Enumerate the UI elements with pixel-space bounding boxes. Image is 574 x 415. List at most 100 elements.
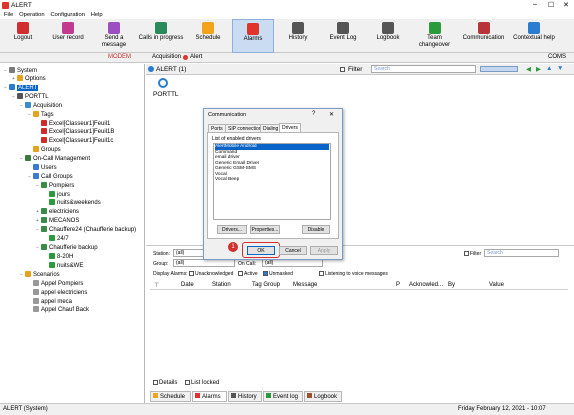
tree-node[interactable]: − Call Groups xyxy=(28,173,73,181)
close-icon[interactable]: ✕ xyxy=(559,1,573,9)
column-station[interactable]: Station xyxy=(212,282,231,288)
tree-node[interactable]: − Pompiers xyxy=(36,182,74,190)
tree-node[interactable]: − System xyxy=(4,67,37,75)
details-checkbox[interactable]: Details xyxy=(153,380,177,386)
column-sort-icon[interactable]: ⊤ xyxy=(154,282,159,289)
tree-node-icon xyxy=(41,182,47,188)
active-checkbox[interactable]: Active xyxy=(238,271,258,277)
tree-node[interactable]: Excel[Classeur1]Feuil1B xyxy=(36,128,114,136)
station-icon[interactable] xyxy=(158,78,168,88)
tree-node[interactable]: − Chaufferie backup xyxy=(36,244,98,252)
ok-highlight-ring xyxy=(242,242,280,258)
dialog-help-icon[interactable]: ? xyxy=(312,111,315,117)
tree-node-label: System xyxy=(17,68,38,74)
tree-node[interactable]: appel meca xyxy=(28,298,72,306)
tree-node[interactable]: Appel Pompiers xyxy=(28,280,83,288)
bell-icon xyxy=(247,23,259,35)
minimize-icon[interactable]: – xyxy=(528,1,542,8)
back-arrow-icon[interactable]: ◀ xyxy=(526,65,531,73)
tree-node[interactable]: Appel Chauf Back xyxy=(28,306,89,314)
tree-node[interactable]: Excel[Classeur1]Feuil1 xyxy=(36,120,110,128)
column-priority[interactable]: P xyxy=(396,282,400,288)
column-message[interactable]: Message xyxy=(293,282,317,288)
tree-node[interactable]: jours xyxy=(44,191,70,199)
dialog-tab-drivers[interactable]: Drivers xyxy=(279,123,301,132)
tree-node[interactable]: − Acquisition xyxy=(20,102,62,110)
unmasked-checkbox[interactable]: Unmasked xyxy=(263,271,293,277)
toolbar-logout-button[interactable]: Logout xyxy=(2,19,44,53)
toolbar-label: Event Log xyxy=(329,35,357,41)
menu-configuration[interactable]: Configuration xyxy=(50,11,84,19)
tree-node-label: 8-20H xyxy=(57,254,74,260)
bottom-tab-label: History xyxy=(238,394,257,400)
driver-list-item[interactable]: Vocal Beep xyxy=(215,177,329,183)
column-by[interactable]: By xyxy=(448,282,455,288)
group-select[interactable]: (all) xyxy=(173,259,235,267)
view-buttons-icon[interactable] xyxy=(480,66,518,72)
menu-file[interactable]: File xyxy=(4,11,13,19)
tree-node[interactable]: − Chauffere24 (Chaufferie backup) xyxy=(36,226,136,234)
toolbar-contextual-help-button[interactable]: Contextual help xyxy=(510,19,558,53)
tree-node-label: Appel Chauf Back xyxy=(41,307,90,313)
toolbar-history-button[interactable]: History xyxy=(277,19,319,53)
toolbar-event-log-button[interactable]: Event Log xyxy=(322,19,364,53)
tree-node[interactable]: nuits&weekends xyxy=(44,199,101,207)
toolbar-calls-in-progress-button[interactable]: Calls in progress xyxy=(137,19,185,53)
column-acknowledged[interactable]: Acknowled... xyxy=(409,282,443,288)
toolbar-team-changeover-button[interactable]: Team changeover xyxy=(412,19,457,53)
toolbar-communication-button[interactable]: Communication xyxy=(460,19,507,53)
list-locked-checkbox[interactable]: List locked xyxy=(185,380,219,386)
tree-node-icon xyxy=(9,67,15,73)
search-input[interactable]: Search xyxy=(371,65,476,73)
toolbar-send-a-message-button[interactable]: Send a message xyxy=(92,19,136,53)
dialog-tab-ports[interactable]: Ports xyxy=(208,124,226,132)
tree-node[interactable]: + Options xyxy=(12,75,46,83)
menu-operation[interactable]: Operation xyxy=(19,11,44,19)
dialog-tab-sip-connection[interactable]: SIP connection xyxy=(225,124,265,132)
column-date[interactable]: Date xyxy=(181,282,194,288)
column-value[interactable]: Value xyxy=(489,282,504,288)
bottom-tab-schedule[interactable]: Schedule xyxy=(150,391,191,402)
bottom-tab-history[interactable]: History xyxy=(228,391,262,402)
apply-button[interactable]: Apply xyxy=(310,246,338,255)
disable-button[interactable]: Disable xyxy=(302,225,330,234)
tree-node[interactable]: − PORTTL xyxy=(12,93,49,101)
bottom-tab-alarms[interactable]: Alarms xyxy=(192,391,227,402)
up-arrow-icon[interactable]: ▲ xyxy=(546,65,552,72)
forward-arrow-icon[interactable]: ▶ xyxy=(536,65,541,73)
filter-checkbox[interactable] xyxy=(340,66,346,73)
tree-node[interactable]: Users xyxy=(28,164,57,172)
maximize-icon[interactable]: ☐ xyxy=(544,1,558,9)
toolbar-user-record-button[interactable]: User record xyxy=(47,19,89,53)
tree-node[interactable]: Groups xyxy=(28,146,61,154)
tree-node[interactable]: − ALERT xyxy=(4,84,39,92)
tree-node[interactable]: Excel[Classeur1]Feuil1c xyxy=(36,137,113,145)
column-tag-group[interactable]: Tag Group xyxy=(252,282,280,288)
lower-filter-checkbox[interactable]: Filter xyxy=(464,251,481,257)
listening-checkbox[interactable]: Listening to voice messages xyxy=(319,271,388,277)
drivers-button[interactable]: Drivers... xyxy=(217,225,247,234)
cancel-button[interactable]: Cancel xyxy=(279,246,307,255)
dialog-close-icon[interactable]: ✕ xyxy=(329,111,334,118)
toolbar-logbook-button[interactable]: Logbook xyxy=(367,19,409,53)
oncall-select[interactable]: (all) xyxy=(262,259,323,267)
bottom-tab-logbook[interactable]: Logbook xyxy=(304,391,342,402)
tree-node[interactable]: + MECANOS xyxy=(36,217,79,225)
tree-node[interactable]: 8-20H xyxy=(44,253,73,261)
tree-node-icon xyxy=(33,111,39,117)
properties-button[interactable]: Properties... xyxy=(250,225,280,234)
tree-node[interactable]: − Tags xyxy=(28,111,54,119)
tree-node[interactable]: 24/7 xyxy=(44,235,69,243)
toolbar-schedule-button[interactable]: Schedule xyxy=(187,19,229,53)
unacknowledged-checkbox[interactable]: Unacknowledged xyxy=(189,271,233,277)
tree-node[interactable]: + electriciens xyxy=(36,208,79,216)
tree-node[interactable]: nuits&WE xyxy=(44,262,83,270)
menu-help[interactable]: Help xyxy=(91,11,103,19)
bottom-tab-event-log[interactable]: Event log xyxy=(263,391,303,402)
tree-node[interactable]: − Scenarios xyxy=(20,271,60,279)
tree-node[interactable]: − On-Call Management xyxy=(20,155,90,163)
down-arrow-icon[interactable]: ▼ xyxy=(557,65,563,72)
toolbar-alarms-button[interactable]: Alarms xyxy=(232,19,274,53)
lower-search-input[interactable]: Search xyxy=(484,249,559,257)
tree-node[interactable]: appel electriciens xyxy=(28,289,87,297)
